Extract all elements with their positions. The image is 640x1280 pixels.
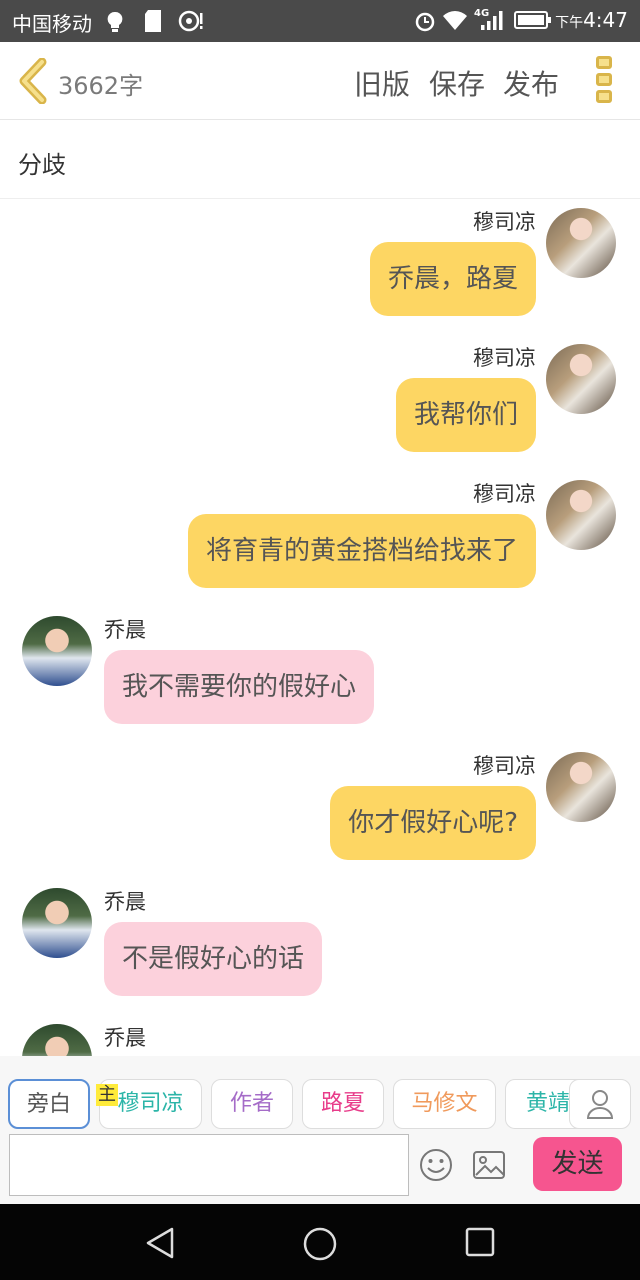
chat-message[interactable]: 穆司凉 你才假好心呢? — [0, 744, 640, 880]
alarm-icon — [415, 12, 435, 32]
boy-avatar[interactable] — [22, 1024, 92, 1056]
character-bar: 旁白 穆司凉 主 作者 路夏 马修文 黄靖 — [0, 1056, 640, 1130]
chat-message[interactable]: 穆司凉 乔晨，路夏 — [0, 200, 640, 336]
save-button[interactable]: 保存 — [429, 63, 485, 103]
hotspot-icon — [178, 10, 203, 32]
sd-card-icon — [145, 10, 161, 32]
chat-message[interactable]: 乔晨 我不需要你的假好心 — [0, 600, 640, 736]
sender-name: 乔晨 — [104, 618, 146, 642]
editor-header: 3662字 旧版 保存 发布 — [0, 42, 640, 120]
sender-name: 穆司凉 — [473, 210, 536, 234]
wifi-icon — [443, 11, 467, 30]
time-prefix: 下午 — [555, 15, 584, 31]
person-icon — [586, 1090, 614, 1119]
chat-message[interactable]: 穆司凉 将育青的黄金搭档给找来了 — [0, 472, 640, 608]
character-chip[interactable]: 路夏 — [302, 1079, 384, 1129]
back-nav-icon[interactable] — [144, 1226, 176, 1260]
recents-nav-icon[interactable] — [464, 1226, 496, 1258]
sender-name: 穆司凉 — [473, 754, 536, 778]
bulb-icon — [107, 11, 123, 32]
chat-message[interactable]: 穆司凉 我帮你们 — [0, 336, 640, 472]
message-bubble[interactable]: 乔晨，路夏 — [369, 242, 536, 316]
chat-message[interactable]: 乔晨 — [0, 1008, 640, 1056]
girl-avatar[interactable] — [546, 480, 616, 550]
time-value: 4:47 — [583, 8, 628, 32]
chat-message[interactable]: 乔晨 不是假好心的话 — [0, 872, 640, 1008]
main-character-tag: 主 — [96, 1084, 118, 1106]
send-button[interactable]: 发送 — [533, 1137, 622, 1191]
system-nav-bar — [0, 1204, 640, 1280]
emoji-icon[interactable] — [419, 1148, 453, 1182]
sender-name: 乔晨 — [104, 1026, 146, 1050]
manage-characters-button[interactable] — [569, 1079, 631, 1129]
chat-area[interactable]: 穆司凉 乔晨，路夏 穆司凉 我帮你们 穆司凉 将育青的黄金搭档给找来了 乔晨 我… — [0, 200, 640, 1056]
carrier-label: 中国移动 — [12, 12, 92, 36]
message-bubble[interactable]: 你才假好心呢? — [330, 786, 536, 860]
character-chip[interactable]: 作者 — [211, 1079, 293, 1129]
publish-button[interactable]: 发布 — [503, 63, 559, 103]
input-row: 发送 — [0, 1130, 640, 1204]
message-bubble[interactable]: 不是假好心的话 — [104, 922, 323, 996]
girl-avatar[interactable] — [546, 208, 616, 278]
character-chip[interactable]: 马修文 — [393, 1079, 496, 1129]
message-bubble[interactable]: 我帮你们 — [395, 378, 536, 452]
old-version-button[interactable]: 旧版 — [354, 63, 410, 103]
signal-icon — [481, 11, 503, 30]
home-nav-icon[interactable] — [302, 1226, 338, 1262]
image-icon[interactable] — [472, 1150, 506, 1180]
message-bubble[interactable]: 我不需要你的假好心 — [104, 650, 375, 724]
sender-name: 穆司凉 — [473, 482, 536, 506]
status-bar: 中国移动 4G 下午4:47 — [0, 0, 640, 42]
back-arrow-icon[interactable] — [16, 58, 50, 104]
girl-avatar[interactable] — [546, 344, 616, 414]
battery-icon — [514, 11, 551, 29]
girl-avatar[interactable] — [546, 752, 616, 822]
message-input[interactable] — [9, 1134, 409, 1196]
boy-avatar[interactable] — [22, 616, 92, 686]
chapter-title[interactable]: 分歧 — [18, 145, 66, 180]
clock: 下午4:47 — [555, 8, 628, 32]
more-menu-icon[interactable] — [594, 56, 614, 106]
word-count: 3662字 — [58, 72, 144, 100]
boy-avatar[interactable] — [22, 888, 92, 958]
character-chip-narration[interactable]: 旁白 — [8, 1079, 90, 1129]
message-bubble[interactable]: 将育青的黄金搭档给找来了 — [187, 514, 536, 588]
chapter-bar[interactable]: 分歧 — [0, 121, 640, 199]
sender-name: 乔晨 — [104, 890, 146, 914]
sender-name: 穆司凉 — [473, 346, 536, 370]
